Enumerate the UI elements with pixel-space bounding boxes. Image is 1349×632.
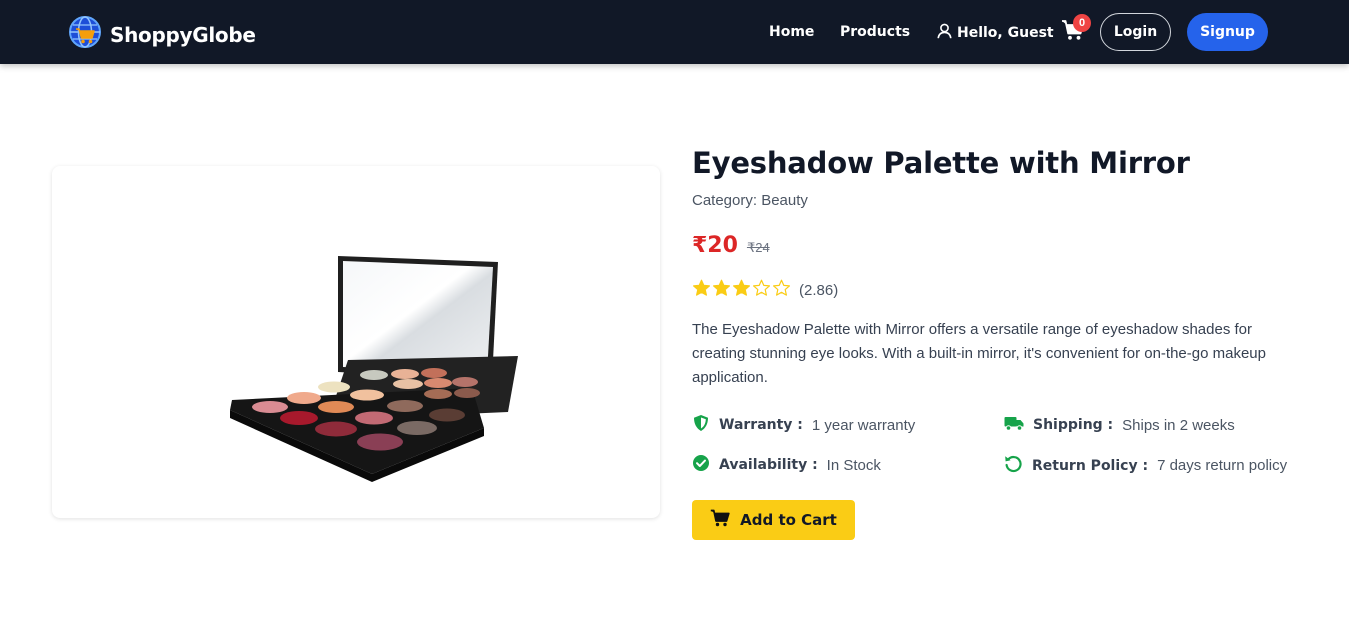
- star-full-icon: [712, 279, 731, 302]
- star-full-icon: [692, 279, 711, 302]
- navbar: ShoppyGlobe Home Products Hello, Guest 0…: [0, 0, 1349, 64]
- truck-icon: [1004, 414, 1024, 436]
- signup-button[interactable]: Signup: [1187, 13, 1268, 51]
- globe-cart-icon: [68, 15, 102, 54]
- warranty-label: Warranty :: [719, 417, 803, 433]
- nav-products-link[interactable]: Products: [840, 24, 910, 40]
- return-policy-label: Return Policy :: [1032, 457, 1149, 474]
- product-image: [230, 256, 518, 482]
- product-title: Eyeshadow Palette with Mirror: [692, 146, 1190, 180]
- nav-home-link[interactable]: Home: [769, 24, 814, 40]
- warranty-value: 1 year warranty: [811, 416, 916, 434]
- product-image-card: [52, 166, 660, 518]
- availability-value: In Stock: [826, 456, 881, 474]
- star-empty-icon: [772, 279, 791, 302]
- add-to-cart-button[interactable]: Add to Cart: [692, 500, 855, 540]
- user-icon: [937, 23, 952, 43]
- star-empty-icon: [752, 279, 771, 302]
- undo-arrow-icon: [1004, 454, 1023, 477]
- rating-row: (2.86): [692, 279, 838, 302]
- price-row: ₹20 ₹24: [692, 233, 770, 258]
- cart-icon: [710, 509, 730, 531]
- shipping-label: Shipping :: [1033, 417, 1114, 433]
- warranty-info: Warranty : 1 year warranty: [692, 414, 915, 436]
- cart-count-badge: 0: [1073, 14, 1091, 32]
- availability-info: Availability : In Stock: [692, 454, 881, 476]
- rating-value: (2.86): [799, 282, 839, 299]
- return-policy-value: 7 days return policy: [1157, 457, 1288, 474]
- greeting-text: Hello, Guest: [957, 25, 1054, 41]
- shipping-value: Ships in 2 weeks: [1122, 416, 1235, 434]
- availability-label: Availability :: [719, 457, 818, 473]
- return-policy-info: Return Policy : 7 days return policy: [1004, 454, 1287, 477]
- brand-logo-link[interactable]: ShoppyGlobe: [68, 15, 256, 54]
- shipping-info: Shipping : Ships in 2 weeks: [1004, 414, 1235, 436]
- check-circle-icon: [692, 454, 710, 476]
- user-greeting: Hello, Guest: [937, 23, 1054, 43]
- product-description: The Eyeshadow Palette with Mirror offers…: [692, 321, 1266, 386]
- shield-icon: [692, 414, 710, 436]
- product-category: Category: Beauty: [692, 192, 808, 209]
- brand-name: ShoppyGlobe: [110, 22, 256, 47]
- star-full-icon: [732, 279, 751, 302]
- original-price: ₹24: [746, 240, 770, 255]
- star-rating: [692, 279, 791, 302]
- login-button[interactable]: Login: [1100, 13, 1171, 51]
- add-to-cart-label: Add to Cart: [740, 511, 837, 529]
- current-price: ₹20: [692, 233, 738, 258]
